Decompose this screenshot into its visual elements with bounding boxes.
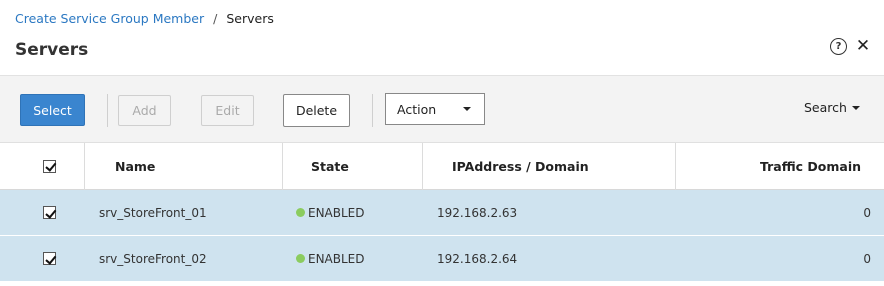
status-enabled-icon — [296, 208, 305, 217]
servers-table: Name State IPAddress / Domain Traffic Do… — [0, 143, 884, 282]
row-checkbox-cell — [43, 190, 56, 235]
row-state: ENABLED — [296, 190, 365, 235]
column-divider — [84, 143, 85, 190]
breadcrumb-link-create-service-group-member[interactable]: Create Service Group Member — [15, 11, 204, 26]
table-row[interactable]: srv_StoreFront_01 ENABLED 192.168.2.63 0 — [0, 190, 884, 236]
column-header-traffic-domain[interactable]: Traffic Domain — [760, 143, 861, 189]
row-name: srv_StoreFront_01 — [99, 205, 207, 220]
select-all-checkbox[interactable] — [43, 159, 56, 173]
row-checkbox[interactable] — [43, 206, 56, 219]
page-title: Servers — [15, 40, 89, 60]
breadcrumb-separator: / — [213, 10, 218, 26]
select-all-checkbox-cell — [43, 143, 56, 189]
row-state-label: ENABLED — [308, 205, 365, 220]
table-row[interactable]: srv_StoreFront_02 ENABLED 192.168.2.64 0 — [0, 236, 884, 282]
row-name: srv_StoreFront_02 — [99, 251, 207, 266]
breadcrumb: Create Service Group Member / Servers — [15, 10, 274, 26]
row-checkbox[interactable] — [43, 252, 56, 265]
add-button[interactable]: Add — [118, 95, 171, 126]
table-header: Name State IPAddress / Domain Traffic Do… — [0, 143, 884, 190]
column-header-state[interactable]: State — [311, 143, 349, 189]
row-ip: 192.168.2.63 — [437, 205, 518, 220]
row-traffic-domain: 0 — [863, 251, 871, 266]
search-dropdown-label: Search — [804, 100, 847, 115]
toolbar-divider — [107, 94, 108, 127]
edit-button[interactable]: Edit — [201, 95, 254, 126]
column-divider — [675, 143, 676, 190]
row-traffic-domain: 0 — [863, 205, 871, 220]
delete-button[interactable]: Delete — [283, 94, 350, 127]
column-divider — [282, 143, 283, 190]
status-enabled-icon — [296, 254, 305, 263]
chevron-down-icon — [851, 105, 860, 110]
column-header-name[interactable]: Name — [115, 143, 155, 189]
action-dropdown-label: Action — [397, 101, 437, 117]
close-icon[interactable]: ✕ — [856, 36, 870, 56]
action-dropdown[interactable]: Action — [385, 93, 485, 125]
column-header-ip[interactable]: IPAddress / Domain — [452, 143, 589, 189]
row-state-label: ENABLED — [308, 251, 365, 266]
column-divider — [422, 143, 423, 190]
help-icon[interactable]: ? — [830, 38, 847, 55]
search-dropdown[interactable]: Search — [804, 100, 860, 115]
select-button[interactable]: Select — [20, 94, 85, 126]
breadcrumb-current: Servers — [226, 10, 274, 26]
toolbar-divider — [372, 94, 373, 127]
row-state: ENABLED — [296, 236, 365, 281]
toolbar: Select Add Edit Delete Action Search — [0, 75, 884, 143]
row-ip: 192.168.2.64 — [437, 251, 518, 266]
row-checkbox-cell — [43, 236, 56, 281]
chevron-down-icon — [463, 107, 471, 111]
